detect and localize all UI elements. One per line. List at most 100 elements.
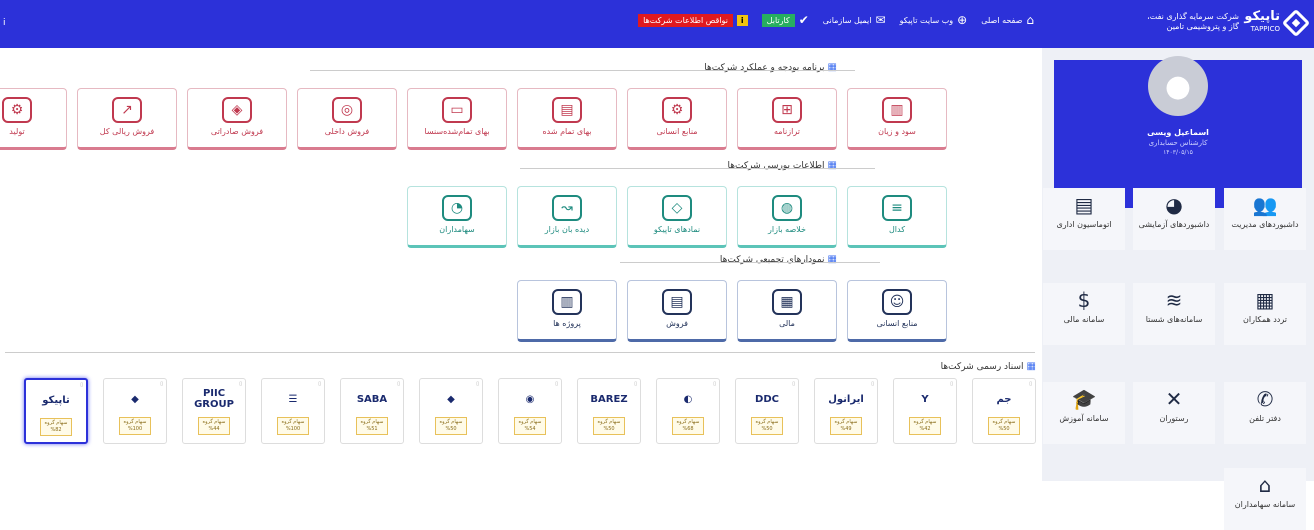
nav-website[interactable]: ⊕ وب سایت تاپیکو: [900, 13, 968, 27]
budget-card[interactable]: ▭ بهای تمام‌شده‌سنسا: [407, 88, 507, 150]
budget-card-icon: ⚙: [662, 97, 692, 123]
company-doc-card[interactable]: ▯ PIIC GROUP سهام گروه %44: [182, 378, 246, 444]
bourse-card[interactable]: ≡ کدال: [847, 186, 947, 248]
avatar[interactable]: ●: [1148, 56, 1208, 116]
company-doc-card[interactable]: ▯ BAREZ سهام گروه %50: [577, 378, 641, 444]
bourse-card[interactable]: ◔ سهامداران: [407, 186, 507, 248]
sidebar-tile[interactable]: ▤ اتوماسیون اداری: [1043, 188, 1125, 250]
company-logo: تاپیکو: [42, 394, 70, 406]
budget-card[interactable]: ⚙ منابع انسانی: [627, 88, 727, 150]
share-label: سهام گروه: [518, 419, 542, 425]
company-doc-card[interactable]: ▯ تاپیکو سهام گروه %82: [24, 378, 88, 444]
doc-corner-icon: ▯: [871, 381, 874, 387]
company-logo: ایرانول: [828, 393, 864, 405]
share-badge: سهام گروه %44: [198, 417, 230, 435]
sidebar-tile[interactable]: 👥 داشبوردهای مدیریت: [1224, 188, 1306, 250]
tile-label: تردد همکاران: [1243, 315, 1287, 324]
share-badge: سهام گروه %54: [514, 417, 546, 435]
doc-corner-icon: ▯: [397, 381, 400, 387]
kartable-button[interactable]: ✔ کارتابل: [761, 13, 809, 27]
budget-card-label: فروش صادراتی: [210, 127, 264, 136]
charts-card[interactable]: ☺ منابع انسانی: [847, 280, 947, 342]
share-label: سهام گروه: [44, 420, 68, 426]
share-percent: %50: [761, 426, 773, 432]
company-doc-card[interactable]: ▯ DDC سهام گروه %50: [735, 378, 799, 444]
company-doc-card[interactable]: ▯ ایرانول سهام گروه %49: [814, 378, 878, 444]
sidebar-tile[interactable]: ≋ سامانه‌های شستا: [1133, 283, 1215, 345]
sidebar-tile[interactable]: ⌂ سامانه سهامداران: [1224, 468, 1306, 530]
nav-email[interactable]: ✉ ایمیل سازمانی: [823, 13, 886, 27]
budget-card[interactable]: ◎ فروش داخلی: [297, 88, 397, 150]
bourse-card-label: نمادهای تاپیکو: [653, 225, 701, 234]
company-doc-card[interactable]: ▯ ☰ سهام گروه %100: [261, 378, 325, 444]
share-badge: سهام گروه %50: [751, 417, 783, 435]
company-doc-card[interactable]: ▯ SABA سهام گروه %51: [340, 378, 404, 444]
company-doc-card[interactable]: ▯ ◆ سهام گروه %100: [103, 378, 167, 444]
tile-label: رستوران: [1159, 414, 1189, 423]
share-percent: %100: [285, 426, 301, 432]
nav-home-label: صفحه اصلی: [981, 15, 1023, 25]
share-badge: سهام گروه %100: [119, 417, 151, 435]
charts-card[interactable]: ▤ فروش: [627, 280, 727, 342]
share-label: سهام گروه: [834, 419, 858, 425]
bourse-card-label: خلاصه بازار: [768, 225, 806, 234]
sidebar-tile[interactable]: ◕ داشبوردهای آزمایشی: [1133, 188, 1215, 250]
share-badge: سهام گروه %51: [356, 417, 388, 435]
main-content: ▦ برنامه بودجه و عملکرد شرکت‌ها ▥ سود و زی…: [0, 48, 1042, 481]
share-badge: سهام گروه %100: [277, 417, 309, 435]
share-percent: %49: [840, 426, 852, 432]
tile-icon: ▦: [1255, 288, 1275, 312]
tappico-logo[interactable]: تاپیکو TAPPICO: [1244, 8, 1311, 38]
share-badge: سهام گروه %49: [830, 417, 862, 435]
share-percent: %51: [366, 426, 378, 432]
company-doc-card[interactable]: ▯ ◉ سهام گروه %54: [498, 378, 562, 444]
share-label: سهام گروه: [202, 419, 226, 425]
deficit-label: نواقص اطلاعات شرکت‌ها: [638, 13, 733, 27]
tile-icon: $: [1077, 288, 1091, 312]
company-doc-card[interactable]: ▯ جم سهام گروه %50: [972, 378, 1036, 444]
doc-corner-icon: ▯: [950, 381, 953, 387]
company-doc-card[interactable]: ▯ ◆ سهام گروه %50: [419, 378, 483, 444]
sidebar-tile[interactable]: 🎓 سامانه آموزش: [1043, 382, 1125, 444]
budget-card[interactable]: ▥ سود و زیان: [847, 88, 947, 150]
grid-icon: ▦: [827, 254, 837, 265]
profile-card: ● اسماعیل ویسی کارشناس حسابداری ۱۴۰۳/۰۵/…: [1054, 56, 1302, 208]
bourse-card[interactable]: ◇ نمادهای تاپیکو: [627, 186, 727, 248]
sidebar-tile[interactable]: ✆ دفتر تلفن: [1224, 382, 1306, 444]
bourse-card[interactable]: ↝ دیده بان بازار: [517, 186, 617, 248]
budget-card[interactable]: ⊞ ترازنامه: [737, 88, 837, 150]
charts-card[interactable]: ▥ پروژه ها: [517, 280, 617, 342]
budget-card[interactable]: ▤ بهای تمام شده: [517, 88, 617, 150]
sidebar-tile[interactable]: ▦ تردد همکاران: [1224, 283, 1306, 345]
company-logo: DDC: [755, 393, 779, 405]
share-label: سهام گروه: [360, 419, 384, 425]
charts-card-icon: ☺: [882, 289, 912, 315]
bourse-card-label: دیده بان بازار: [544, 225, 590, 234]
share-label: سهام گروه: [281, 419, 305, 425]
share-label: سهام گروه: [123, 419, 147, 425]
company-logo: BAREZ: [590, 393, 628, 405]
bourse-card[interactable]: ◍ خلاصه بازار: [737, 186, 837, 248]
sidebar-tile[interactable]: ✕ رستوران: [1133, 382, 1215, 444]
share-badge: سهام گروه %82: [40, 418, 72, 436]
doc-corner-icon: ▯: [1029, 381, 1032, 387]
budget-card-icon: ▭: [442, 97, 472, 123]
share-percent: %54: [524, 426, 536, 432]
budget-card[interactable]: ↗ فروش ریالی کل: [77, 88, 177, 150]
tile-label: اتوماسیون اداری: [1056, 220, 1112, 229]
company-doc-card[interactable]: ▯ Y سهام گروه %42: [893, 378, 957, 444]
company-doc-card[interactable]: ▯ ◐ سهام گروه %68: [656, 378, 720, 444]
doc-corner-icon: ▯: [634, 381, 637, 387]
deficit-button[interactable]: i نواقص اطلاعات شرکت‌ها: [638, 13, 748, 27]
tile-icon: ▤: [1074, 193, 1094, 217]
nav-home[interactable]: ⌂ صفحه اصلی: [981, 13, 1034, 27]
budget-card[interactable]: ◈ فروش صادراتی: [187, 88, 287, 150]
doc-corner-icon: ▯: [713, 381, 716, 387]
share-badge: سهام گروه %42: [909, 417, 941, 435]
charts-card[interactable]: ▦ مالی: [737, 280, 837, 342]
company-logo: Y: [921, 393, 929, 405]
tile-label: داشبوردهای مدیریت: [1231, 220, 1299, 229]
budget-card[interactable]: ⚙ تولید: [0, 88, 67, 150]
sidebar-tile[interactable]: $ سامانه مالی: [1043, 283, 1125, 345]
section-budget-title: برنامه بودجه و عملکرد شرکت‌ها: [704, 62, 825, 73]
